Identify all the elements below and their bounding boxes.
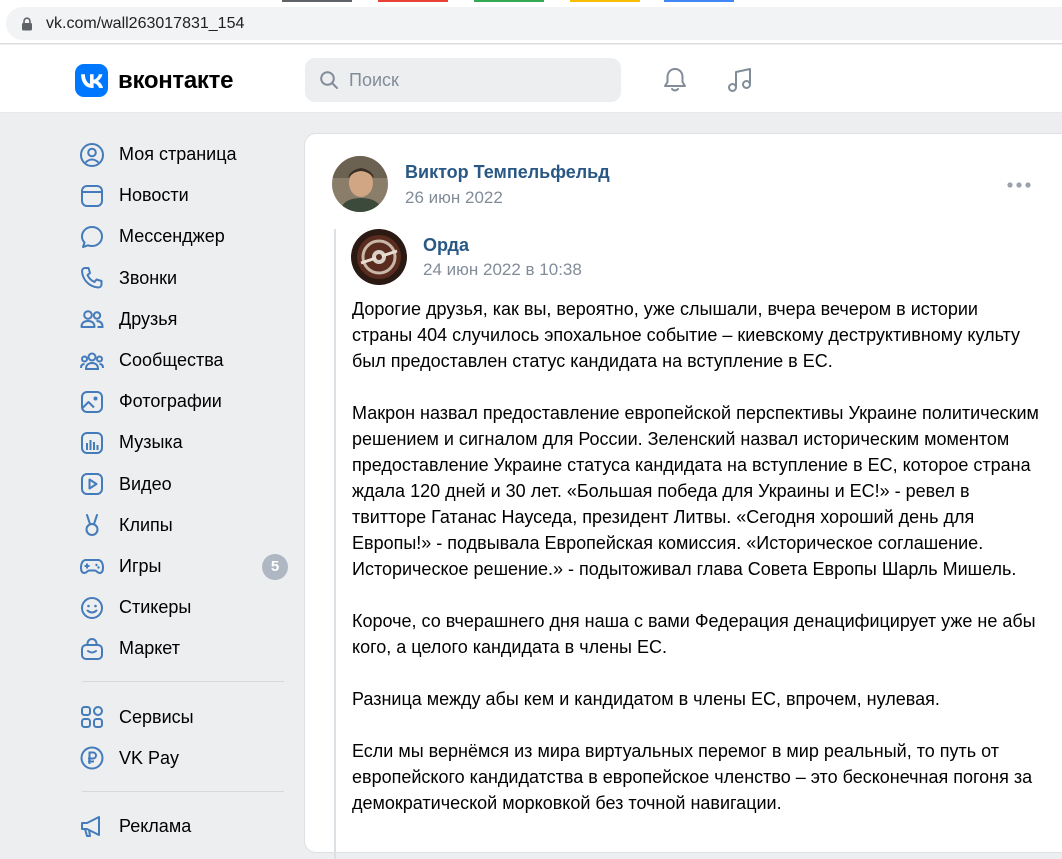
repost-date[interactable]: 24 июн 2022 в 10:38 [423, 260, 582, 280]
music-note-icon[interactable] [725, 65, 755, 95]
smile-icon [81, 596, 103, 619]
sidebar-item-stickers[interactable]: Стикеры [76, 587, 291, 628]
clips-icon [85, 514, 99, 537]
post-paragraph: Если мы вернёмся из мира виртуальных пер… [352, 741, 1033, 813]
tab-indicator [664, 0, 734, 2]
sidebar-item-label: Реклама [119, 815, 192, 836]
search-box[interactable] [305, 58, 621, 102]
repost-source-name[interactable]: Орда [423, 235, 469, 256]
sidebar-item-games[interactable]: Игры 5 [76, 546, 291, 587]
post-paragraph: Дорогие друзья, как вы, вероятно, уже сл… [352, 299, 1020, 371]
sidebar-item-calls[interactable]: Звонки [76, 258, 291, 299]
sidebar-item-label: Звонки [119, 267, 178, 288]
sidebar-item-friends[interactable]: Друзья [76, 299, 291, 340]
photo-icon [81, 390, 103, 413]
post-paragraph: Разница между абы кем и кандидатом в чле… [352, 689, 940, 709]
sidebar-item-label: Моя страница [119, 144, 237, 165]
post-date[interactable]: 26 июн 2022 [405, 188, 503, 208]
sidebar-item-label: Видео [119, 473, 172, 494]
phone-icon [81, 267, 103, 289]
sidebar-item-label: Новости [119, 185, 189, 206]
repost-source-avatar[interactable] [351, 229, 407, 285]
communities-icon [80, 352, 104, 370]
browser-toolbar: vk.com/wall263017831_154 [0, 0, 1062, 44]
vk-logo-icon [75, 64, 108, 97]
sidebar-item-label: Музыка [119, 432, 183, 453]
news-icon [81, 184, 103, 207]
sidebar-item-music[interactable]: Музыка [76, 422, 291, 463]
services-grid-icon [81, 706, 103, 729]
sidebar-item-label: Игры [119, 555, 162, 576]
sidebar-divider [82, 790, 284, 792]
repost-divider-line [334, 229, 336, 859]
video-icon [81, 473, 103, 496]
logo-wordmark: вконтакте [118, 66, 234, 94]
sidebar-item-label: Мессенджер [119, 226, 225, 247]
search-icon [320, 71, 338, 89]
sidebar-item-messenger[interactable]: Мессенджер [76, 216, 291, 257]
sidebar-nav: Моя страница Новости Мессенджер Звонки Д… [76, 134, 291, 847]
sidebar-item-label: Сообщества [119, 350, 224, 371]
sidebar-divider [82, 681, 284, 683]
post-paragraph: Короче, со вчерашнего дня наша с вами Фе… [352, 611, 1036, 657]
tab-strip [0, 0, 1062, 3]
sidebar-item-label: VK Pay [119, 747, 180, 768]
author-avatar[interactable] [332, 156, 388, 212]
search-input[interactable] [349, 69, 599, 91]
sidebar-item-services[interactable]: Сервисы [76, 696, 291, 737]
sidebar-item-market[interactable]: Маркет [76, 628, 291, 669]
sidebar-item-video[interactable]: Видео [76, 464, 291, 505]
url-text[interactable]: vk.com/wall263017831_154 [46, 15, 244, 33]
friends-icon [80, 310, 104, 329]
tab-indicator [282, 0, 352, 2]
sidebar-item-label: Маркет [119, 638, 180, 659]
sidebar-item-vkpay[interactable]: VK Pay [76, 738, 291, 779]
sidebar-item-photos[interactable]: Фотографии [76, 381, 291, 422]
site-header: вконтакте [0, 45, 1062, 113]
tab-indicator [570, 0, 640, 2]
tab-indicator [474, 0, 544, 2]
sidebar-item-label: Сервисы [119, 706, 194, 727]
post-text: Дорогие друзья, как вы, вероятно, уже сл… [352, 296, 1042, 842]
games-count-badge: 5 [262, 553, 288, 580]
address-bar[interactable]: vk.com/wall263017831_154 [6, 7, 1062, 40]
sidebar-item-my-page[interactable]: Моя страница [76, 134, 291, 175]
post-paragraph: Макрон назвал предоставление европейской… [352, 403, 1039, 579]
megaphone-icon [81, 816, 100, 838]
sidebar-item-label: Друзья [119, 308, 178, 329]
lock-icon[interactable] [20, 16, 34, 31]
sidebar-item-ads[interactable]: Реклама [76, 806, 291, 847]
vk-logo[interactable]: вконтакте [75, 64, 233, 97]
sidebar-item-news[interactable]: Новости [76, 175, 291, 216]
sidebar-item-label: Фотографии [119, 391, 222, 412]
wall-post: Виктор Темпельфельд 26 июн 2022 Орда 24 … [304, 133, 1062, 859]
tab-indicator [378, 0, 448, 2]
sidebar-item-label: Стикеры [119, 597, 192, 618]
bell-icon[interactable] [660, 65, 690, 95]
sidebar-item-label: Клипы [119, 514, 173, 535]
vkpay-icon [80, 746, 104, 770]
user-circle-icon [80, 142, 104, 167]
more-options-icon[interactable] [1005, 180, 1033, 190]
message-icon [81, 225, 103, 248]
market-bag-icon [81, 637, 103, 660]
gamepad-icon [80, 559, 104, 575]
sidebar-item-communities[interactable]: Сообщества [76, 340, 291, 381]
post-author-name[interactable]: Виктор Темпельфельд [405, 162, 610, 183]
music-icon [81, 431, 103, 454]
sidebar-item-clips[interactable]: Клипы [76, 505, 291, 546]
